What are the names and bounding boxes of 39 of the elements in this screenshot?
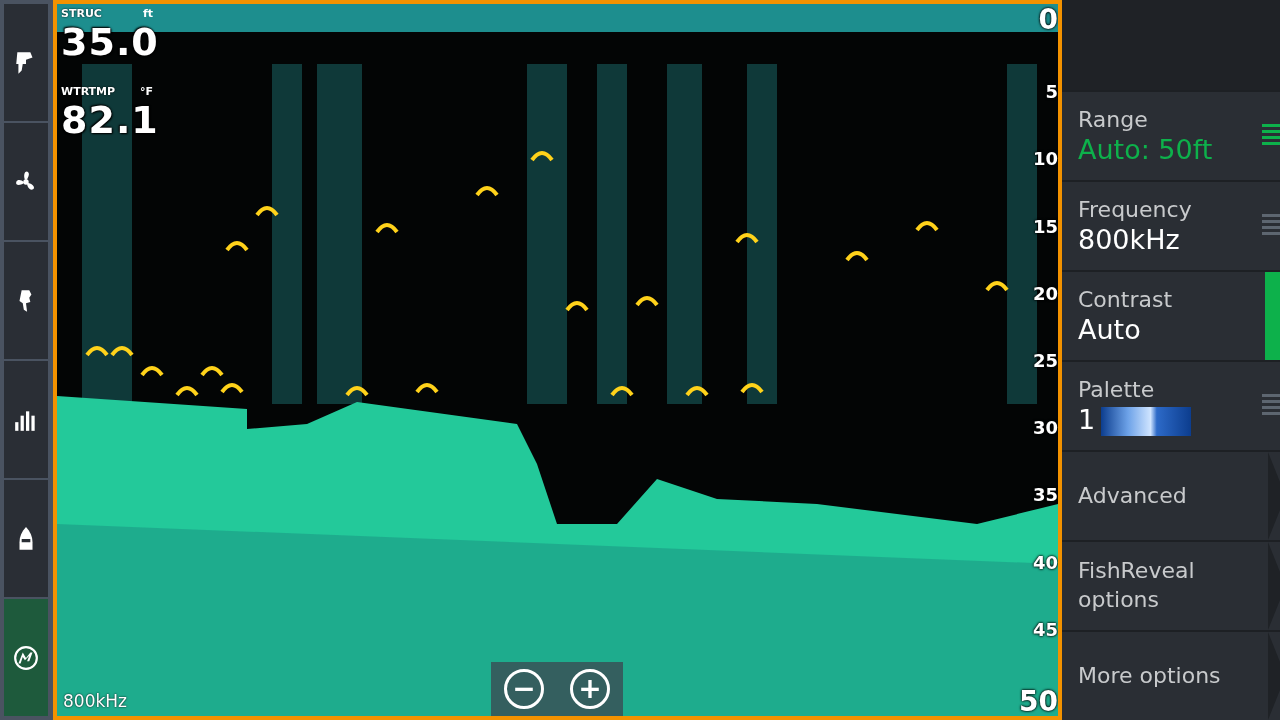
setting-value: Auto (1078, 314, 1142, 347)
logo-icon (13, 644, 39, 671)
sidebar-button[interactable] (4, 242, 48, 359)
sidebar-button[interactable] (4, 361, 48, 478)
menu-item[interactable]: Advanced (1078, 481, 1264, 511)
depth-label: 45 (1032, 620, 1058, 639)
menu-item[interactable]: More options (1078, 661, 1264, 691)
setting-value: Auto: 50ft (1078, 134, 1214, 167)
menu-item[interactable]: FishReveal options (1078, 557, 1264, 615)
sidebar-button[interactable] (4, 123, 48, 240)
depth-label: 15 (1032, 217, 1058, 236)
depth-label: 10 (1032, 150, 1058, 169)
depth-label: 25 (1032, 351, 1058, 370)
setting-label: Contrast (1078, 285, 1173, 314)
sidebar-button[interactable] (4, 4, 48, 121)
readout-value: 35.0 (61, 22, 159, 61)
readout-label: WTRTMP (61, 84, 116, 100)
unit-label: ft (142, 6, 153, 22)
depth-label: 40 (1032, 553, 1058, 572)
setting-value: 1 (1078, 404, 1096, 436)
sidebar-button[interactable] (4, 599, 48, 716)
unit-label: °F (140, 84, 153, 100)
depth-label: 50 (1019, 687, 1058, 716)
readout-value: 82.1 (61, 100, 159, 139)
readout-label: STRUC (61, 6, 102, 22)
zoom-in-button[interactable]: + (570, 669, 610, 709)
depth-label: 5 (1045, 83, 1058, 102)
frequency-label: 800kHz (63, 689, 127, 713)
setting-label: Palette (1078, 375, 1156, 404)
depth-label: 20 (1032, 284, 1058, 303)
depth-label: 30 (1032, 419, 1058, 438)
depth-label: 0 (1038, 6, 1058, 34)
depth-label: 35 (1032, 486, 1058, 505)
zoom-out-button[interactable]: − (504, 669, 544, 709)
sidebar-button[interactable] (4, 480, 48, 597)
setting-label: Frequency (1078, 195, 1193, 224)
setting-label: Range (1078, 105, 1149, 134)
setting-value: 800kHz (1078, 224, 1181, 257)
menu-item[interactable]: Contrast Auto (1062, 270, 1280, 360)
